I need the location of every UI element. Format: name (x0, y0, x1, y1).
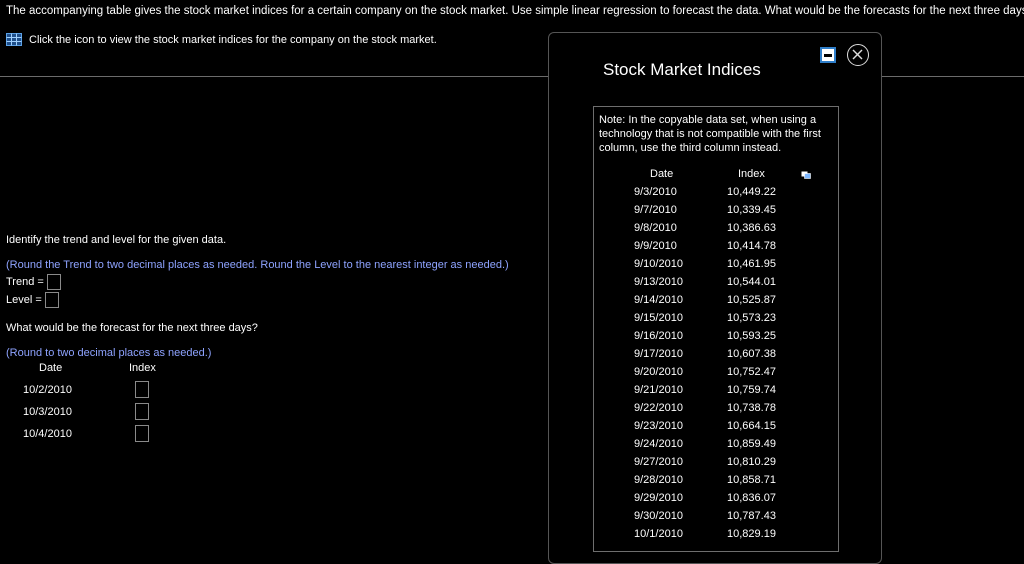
data-row: 9/29/2010 10,836.07 (594, 492, 838, 510)
data-index: 10,829.19 (727, 528, 776, 540)
data-date-header: Date (650, 168, 674, 180)
close-icon (852, 49, 863, 60)
data-index: 10,738.78 (727, 402, 776, 414)
question-text: The accompanying table gives the stock m… (6, 5, 1024, 17)
data-date: 9/7/2010 (634, 204, 677, 216)
minimize-button[interactable] (820, 47, 836, 63)
data-index: 10,759.74 (727, 384, 776, 396)
level-row: Level = (6, 292, 59, 308)
data-row: 9/8/2010 10,386.63 (594, 222, 838, 240)
data-row: 9/23/2010 10,664.15 (594, 420, 838, 438)
data-index: 10,607.38 (727, 348, 776, 360)
data-date: 9/9/2010 (634, 240, 677, 252)
data-date: 9/29/2010 (634, 492, 683, 504)
data-index: 10,752.47 (727, 366, 776, 378)
forecast-input[interactable] (135, 403, 149, 420)
table-icon[interactable] (6, 33, 22, 46)
data-index-header: Index (738, 168, 765, 180)
data-modal: Stock Market Indices Note: In the copyab… (548, 32, 882, 564)
data-row: 9/9/2010 10,414.78 (594, 240, 838, 258)
forecast-date: 10/3/2010 (23, 406, 72, 418)
data-note: Note: In the copyable data set, when usi… (599, 114, 821, 154)
trend-label: Trend = (6, 275, 44, 288)
data-date: 9/16/2010 (634, 330, 683, 342)
trend-input[interactable] (46, 274, 61, 290)
data-row: 9/16/2010 10,593.25 (594, 330, 838, 348)
data-date: 10/1/2010 (634, 528, 683, 540)
data-row: 9/7/2010 10,339.45 (594, 204, 838, 222)
data-row: 9/28/2010 10,858.71 (594, 474, 838, 492)
data-index: 10,664.15 (727, 420, 776, 432)
data-row: 9/24/2010 10,859.49 (594, 438, 838, 456)
data-index: 10,544.01 (727, 276, 776, 288)
data-date: 9/20/2010 (634, 366, 683, 378)
forecast-input[interactable] (135, 381, 149, 398)
copy-icon[interactable] (801, 171, 811, 179)
round-instruction-trend-level: (Round the Trend to two decimal places a… (6, 259, 509, 271)
data-index: 10,573.23 (727, 312, 776, 324)
data-row: 9/17/2010 10,607.38 (594, 348, 838, 366)
data-index: 10,461.95 (727, 258, 776, 270)
data-index: 10,339.45 (727, 204, 776, 216)
data-row: 9/20/2010 10,752.47 (594, 366, 838, 384)
data-row: 9/21/2010 10,759.74 (594, 384, 838, 402)
data-index: 10,386.63 (727, 222, 776, 234)
data-row: 9/10/2010 10,461.95 (594, 258, 838, 276)
level-label: Level = (6, 293, 42, 306)
forecast-row: 10/2/2010 (8, 381, 208, 399)
data-date: 9/24/2010 (634, 438, 683, 450)
identify-prompt: Identify the trend and level for the giv… (6, 234, 227, 246)
data-row: 9/30/2010 10,787.43 (594, 510, 838, 528)
forecast-input[interactable] (135, 425, 149, 442)
data-date: 9/30/2010 (634, 510, 683, 522)
data-date: 9/14/2010 (634, 294, 683, 306)
data-row: 9/27/2010 10,810.29 (594, 456, 838, 474)
data-date: 9/15/2010 (634, 312, 683, 324)
forecast-row: 10/3/2010 (8, 403, 208, 421)
data-date: 9/3/2010 (634, 186, 677, 198)
level-input[interactable] (44, 292, 59, 308)
data-row: 9/3/2010 10,449.22 (594, 186, 838, 204)
data-row: 9/13/2010 10,544.01 (594, 276, 838, 294)
forecast-date-header: Date (39, 362, 63, 374)
data-date: 9/13/2010 (634, 276, 683, 288)
data-index: 10,836.07 (727, 492, 776, 504)
data-date: 9/21/2010 (634, 384, 683, 396)
data-index: 10,525.87 (727, 294, 776, 306)
data-row: 9/22/2010 10,738.78 (594, 402, 838, 420)
data-table-box: Note: In the copyable data set, when usi… (593, 106, 839, 552)
data-date: 9/28/2010 (634, 474, 683, 486)
forecast-row: 10/4/2010 (8, 425, 208, 443)
forecast-prompt: What would be the forecast for the next … (6, 322, 258, 334)
forecast-index-header: Index (129, 362, 156, 374)
data-date: 9/8/2010 (634, 222, 677, 234)
data-row: 9/14/2010 10,525.87 (594, 294, 838, 312)
view-data-hint[interactable]: Click the icon to view the stock market … (6, 33, 437, 46)
data-index: 10,810.29 (727, 456, 776, 468)
close-button[interactable] (847, 44, 869, 66)
data-index: 10,787.43 (727, 510, 776, 522)
data-date: 9/17/2010 (634, 348, 683, 360)
data-index: 10,449.22 (727, 186, 776, 198)
data-date: 9/23/2010 (634, 420, 683, 432)
data-date: 9/22/2010 (634, 402, 683, 414)
forecast-date: 10/2/2010 (23, 384, 72, 396)
data-date: 9/10/2010 (634, 258, 683, 270)
round-instruction-forecast: (Round to two decimal places as needed.) (6, 347, 212, 359)
data-date: 9/27/2010 (634, 456, 683, 468)
data-index: 10,858.71 (727, 474, 776, 486)
data-row: 9/15/2010 10,573.23 (594, 312, 838, 330)
forecast-date: 10/4/2010 (23, 428, 72, 440)
data-index: 10,414.78 (727, 240, 776, 252)
trend-row: Trend = (6, 274, 61, 290)
hint-text: Click the icon to view the stock market … (29, 33, 437, 46)
data-index: 10,859.49 (727, 438, 776, 450)
data-index: 10,593.25 (727, 330, 776, 342)
data-row: 10/1/2010 10,829.19 (594, 528, 838, 546)
modal-title: Stock Market Indices (603, 60, 761, 79)
